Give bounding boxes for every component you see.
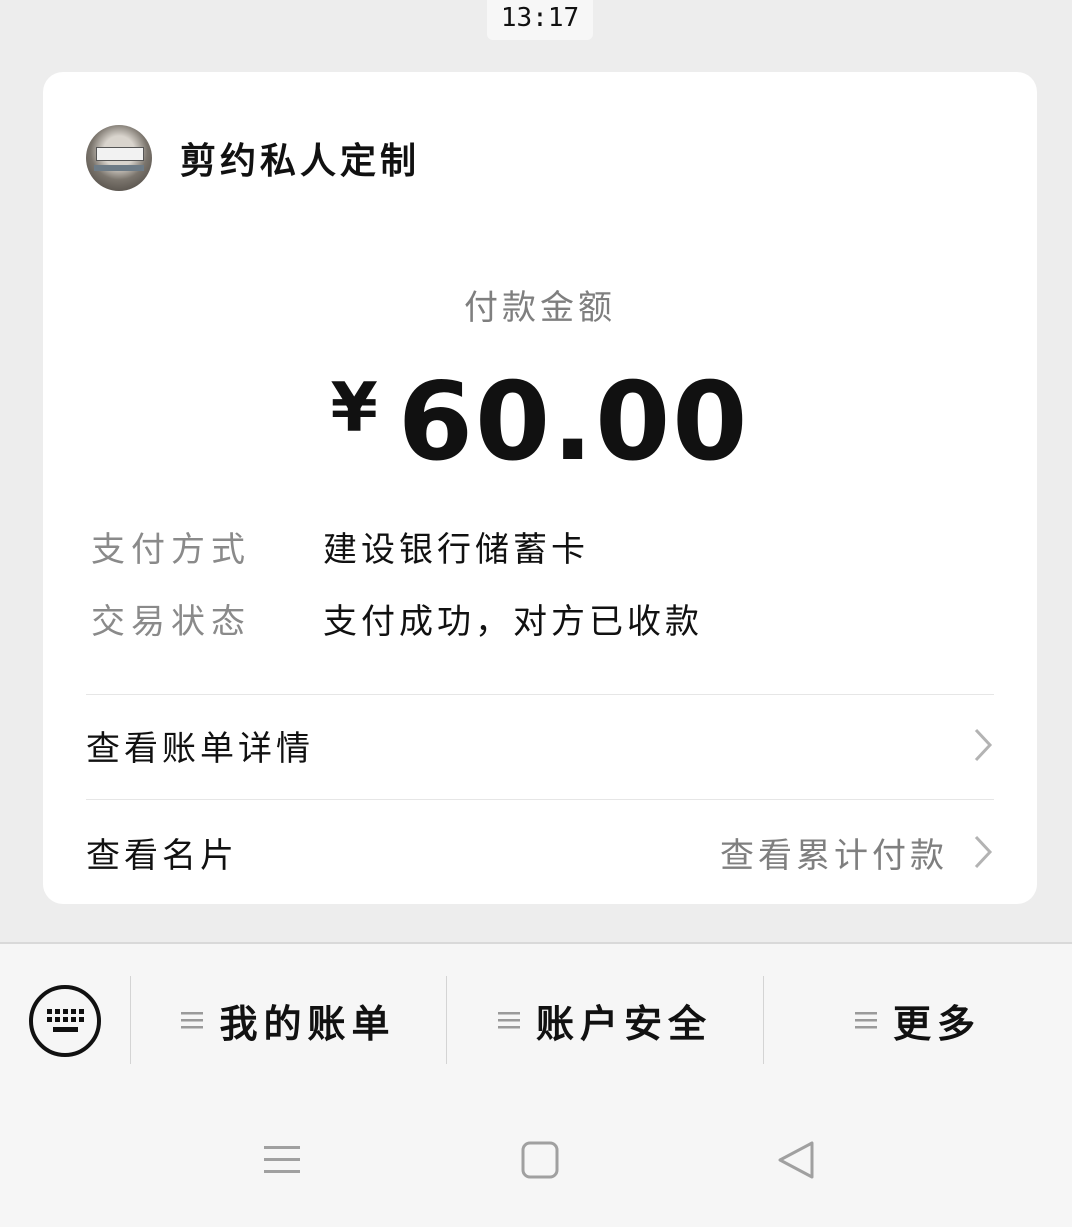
hamburger-icon xyxy=(497,1012,520,1029)
nav-back-icon[interactable] xyxy=(776,1140,816,1180)
nav-home-icon[interactable] xyxy=(520,1140,560,1180)
view-bill-detail-row[interactable]: 查看账单详情 xyxy=(86,695,994,795)
amount-label: 付款金额 xyxy=(464,288,616,328)
amount-value: ¥60.00 xyxy=(43,360,1037,485)
menu-more[interactable]: 更多 xyxy=(764,992,1072,1048)
hamburger-icon xyxy=(181,1012,204,1029)
view-bill-detail-label: 查看账单详情 xyxy=(86,728,314,769)
nav-recent-icon[interactable] xyxy=(262,1140,302,1180)
menu-account-security[interactable]: 账户安全 xyxy=(447,992,763,1048)
divider xyxy=(86,799,994,800)
transaction-status-value: 支付成功，对方已收款 xyxy=(323,602,703,642)
payment-result-card: 剪约私人定制 付款金额 ¥60.00 支付方式 建设银行储蓄卡 交易状态 支付成… xyxy=(43,72,1037,904)
menu-more-label: 更多 xyxy=(892,1001,981,1046)
keyboard-icon[interactable] xyxy=(28,984,102,1058)
transaction-status-label: 交易状态 xyxy=(91,602,251,642)
currency-symbol: ¥ xyxy=(330,369,378,448)
amount-number: 60.00 xyxy=(397,360,750,485)
menu-my-bills[interactable]: 我的账单 xyxy=(131,992,446,1048)
payment-method-row: 支付方式 建设银行储蓄卡 xyxy=(91,522,589,571)
view-card-row[interactable]: 查看名片 查看累计付款 xyxy=(86,802,994,902)
view-total-payment-link[interactable]: 查看累计付款 xyxy=(720,828,948,877)
chevron-right-icon xyxy=(974,728,993,762)
payment-method-value: 建设银行储蓄卡 xyxy=(323,530,589,570)
merchant-name[interactable]: 剪约私人定制 xyxy=(180,132,420,184)
merchant-avatar[interactable] xyxy=(86,125,152,191)
hamburger-icon xyxy=(854,1012,877,1029)
service-menu-bar: 我的账单 账户安全 更多 xyxy=(0,942,1072,1227)
chevron-right-icon xyxy=(974,835,993,869)
merchant-header[interactable]: 剪约私人定制 xyxy=(86,125,420,191)
avatar-storefront-sign xyxy=(96,147,144,161)
payment-method-label: 支付方式 xyxy=(91,530,251,570)
avatar-storefront-strip xyxy=(94,165,144,171)
transaction-status-row: 交易状态 支付成功，对方已收款 xyxy=(91,594,703,643)
menu-account-security-label: 账户安全 xyxy=(535,1001,712,1046)
status-time: 13:17 xyxy=(487,0,593,40)
menu-my-bills-label: 我的账单 xyxy=(219,1001,396,1046)
view-card-label: 查看名片 xyxy=(86,835,238,876)
